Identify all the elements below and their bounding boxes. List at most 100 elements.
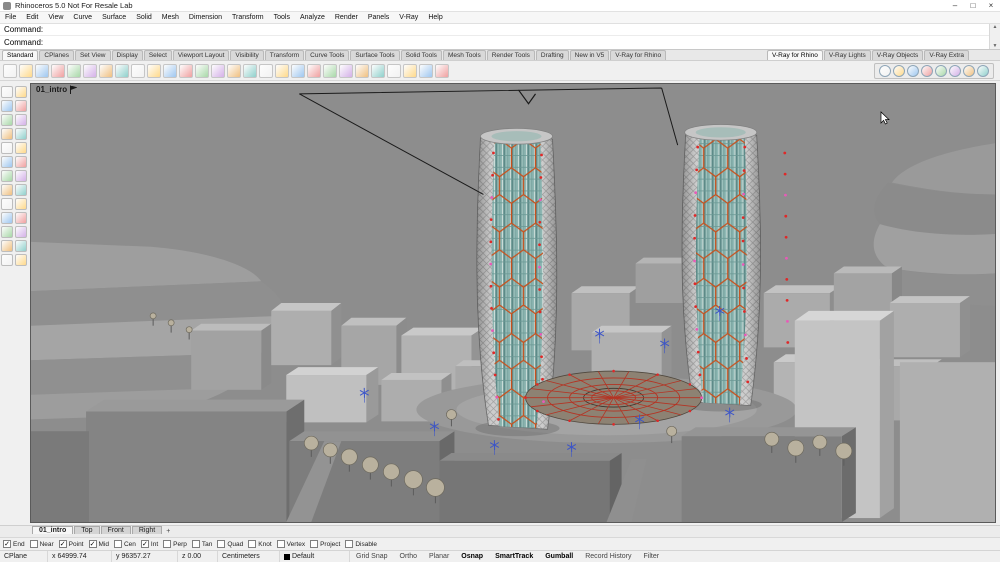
menu-view[interactable]: View	[43, 12, 68, 24]
menu-file[interactable]: File	[0, 12, 21, 24]
osnap-knot[interactable]: Knot	[248, 540, 271, 548]
status-ortho[interactable]: Ortho	[400, 553, 418, 560]
new-file-icon[interactable]	[3, 64, 17, 78]
zoom-selected-icon[interactable]	[259, 64, 273, 78]
rotate-icon[interactable]	[195, 64, 209, 78]
extrude-icon[interactable]	[1, 184, 13, 196]
menu-solid[interactable]: Solid	[131, 12, 157, 24]
curve-icon[interactable]	[15, 100, 27, 112]
menu-analyze[interactable]: Analyze	[295, 12, 330, 24]
tab-mesh-tools[interactable]: Mesh Tools	[443, 50, 486, 60]
osnap-near[interactable]: Near	[30, 540, 54, 548]
osnap-perp[interactable]: Perp	[163, 540, 187, 548]
maximize-button[interactable]: □	[964, 0, 982, 11]
osnap-end[interactable]: ✓End	[3, 540, 25, 548]
vray-tab-v-ray-for-rhino[interactable]: V-Ray for Rhino	[767, 50, 823, 60]
osnap-checkbox-perp[interactable]	[163, 540, 171, 548]
vray-infinite-plane-icon[interactable]	[963, 65, 975, 77]
osnap-tan[interactable]: Tan	[192, 540, 212, 548]
vray-tab-v-ray-lights[interactable]: V-Ray Lights	[824, 50, 871, 60]
vray-dome-light-icon[interactable]	[949, 65, 961, 77]
osnap-quad[interactable]: Quad	[217, 540, 243, 548]
osnap-int[interactable]: ✓Int	[141, 540, 158, 548]
osnap-checkbox-disable[interactable]	[345, 540, 353, 548]
units-display[interactable]: Centimeters	[218, 551, 280, 562]
trim-icon[interactable]	[15, 212, 27, 224]
minimize-button[interactable]: –	[946, 0, 964, 11]
point-icon[interactable]	[1, 100, 13, 112]
tab-new-in-v5[interactable]: New in V5	[570, 50, 610, 60]
status-osnap[interactable]: Osnap	[461, 553, 483, 560]
menu-panels[interactable]: Panels	[363, 12, 394, 24]
tab-transform[interactable]: Transform	[265, 50, 304, 60]
named-views-icon[interactable]	[291, 64, 305, 78]
osnap-checkbox-quad[interactable]	[217, 540, 225, 548]
circle-tool-icon[interactable]	[387, 64, 401, 78]
vray-sphere-light-icon[interactable]	[935, 65, 947, 77]
undo-icon[interactable]	[115, 64, 129, 78]
command-input-line[interactable]: Command:	[0, 36, 1000, 50]
paste-icon[interactable]	[99, 64, 113, 78]
tower-right[interactable]	[682, 124, 762, 411]
transform-icon[interactable]	[15, 240, 27, 252]
tab-solid-tools[interactable]: Solid Tools	[401, 50, 442, 60]
cut-icon[interactable]	[67, 64, 81, 78]
curve-tool-icon[interactable]	[403, 64, 417, 78]
osnap-mid[interactable]: ✓Mid	[89, 540, 109, 548]
vray-rectangle-light-icon[interactable]	[921, 65, 933, 77]
tab-viewport-layout[interactable]: Viewport Layout	[173, 50, 230, 60]
vray-tab-v-ray-extra[interactable]: V-Ray Extra	[924, 50, 969, 60]
surface-tool-icon[interactable]	[419, 64, 433, 78]
menu-v-ray[interactable]: V-Ray	[394, 12, 423, 24]
split-icon[interactable]	[1, 226, 13, 238]
viewport-tab-01-intro[interactable]: 01_intro	[32, 526, 73, 534]
osnap-disable[interactable]: Disable	[345, 540, 377, 548]
vray-material-editor-icon[interactable]	[907, 65, 919, 77]
command-history-line[interactable]: Command:	[0, 24, 1000, 36]
menu-transform[interactable]: Transform	[227, 12, 269, 24]
scale-icon[interactable]	[211, 64, 225, 78]
array-icon[interactable]	[1, 254, 13, 266]
osnap-point[interactable]: ✓Point	[59, 540, 84, 548]
layer-manager-icon[interactable]	[307, 64, 321, 78]
save-icon[interactable]	[35, 64, 49, 78]
ellipse-icon[interactable]	[15, 142, 27, 154]
osnap-checkbox-end[interactable]: ✓	[3, 540, 11, 548]
point-tool-icon[interactable]	[355, 64, 369, 78]
status-grid-snap[interactable]: Grid Snap	[356, 553, 388, 560]
tab-v-ray-for-rhino[interactable]: V-Ray for Rhino	[610, 50, 666, 60]
tab-select[interactable]: Select	[144, 50, 172, 60]
layer-indicator[interactable]: Default	[280, 551, 350, 562]
tab-curve-tools[interactable]: Curve Tools	[305, 50, 349, 60]
osnap-vertex[interactable]: Vertex	[277, 540, 305, 548]
line-icon[interactable]	[1, 114, 13, 126]
status-planar[interactable]: Planar	[429, 553, 449, 560]
vray-frame-buffer-icon[interactable]	[977, 65, 989, 77]
viewport-title[interactable]: 01_intro	[36, 85, 77, 94]
circle-icon[interactable]	[15, 128, 27, 140]
osnap-checkbox-knot[interactable]	[248, 540, 256, 548]
tab-visibility[interactable]: Visibility	[230, 50, 263, 60]
status-filter[interactable]: Filter	[644, 553, 660, 560]
tab-standard[interactable]: Standard	[2, 50, 38, 60]
osnap-checkbox-near[interactable]	[30, 540, 38, 548]
vray-options-icon[interactable]	[893, 65, 905, 77]
menu-render[interactable]: Render	[330, 12, 363, 24]
loft-icon[interactable]	[15, 156, 27, 168]
osnap-checkbox-mid[interactable]: ✓	[89, 540, 97, 548]
delete-icon[interactable]	[147, 64, 161, 78]
osnap-checkbox-cen[interactable]	[114, 540, 122, 548]
osnap-checkbox-vertex[interactable]	[277, 540, 285, 548]
move-icon[interactable]	[179, 64, 193, 78]
viewport-tab-top[interactable]: Top	[74, 526, 99, 534]
cplane-button[interactable]: CPlane	[0, 551, 48, 562]
pan-view-icon[interactable]	[275, 64, 289, 78]
select-brush-icon[interactable]	[15, 86, 27, 98]
command-scrollbar[interactable]: ▲ ▼	[989, 24, 1000, 49]
menu-dimension[interactable]: Dimension	[184, 12, 227, 24]
menu-mesh[interactable]: Mesh	[157, 12, 184, 24]
solid-sphere-icon[interactable]	[1, 198, 13, 210]
sweep-icon[interactable]	[1, 170, 13, 182]
redo-icon[interactable]	[131, 64, 145, 78]
polyline-tool-icon[interactable]	[371, 64, 385, 78]
